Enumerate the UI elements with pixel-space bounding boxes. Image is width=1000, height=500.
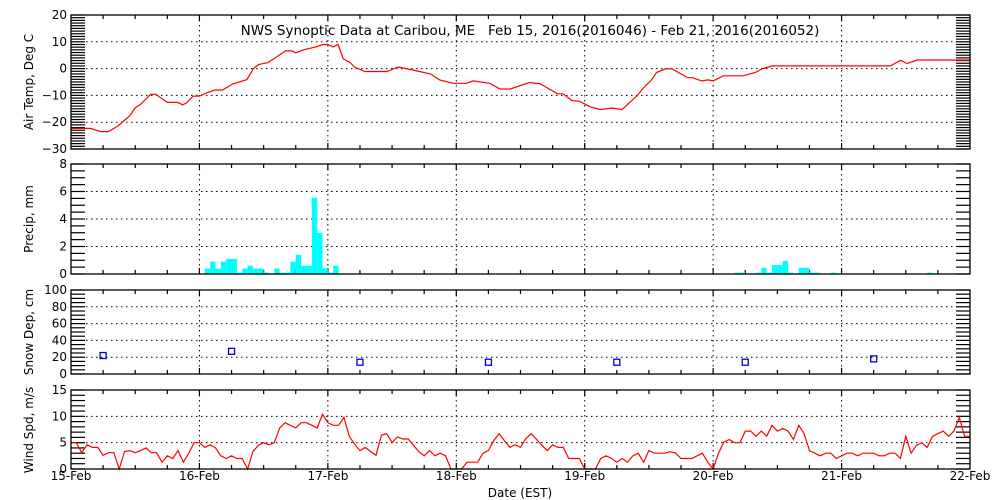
precip-bar <box>215 268 221 274</box>
y-tick-label: 20 <box>52 8 67 22</box>
panel-precip: 8 6 4 2 0 <box>59 157 971 281</box>
panel-snow-depth: 100 80 60 40 20 0 <box>44 283 971 381</box>
precip-bar <box>322 268 328 274</box>
y-tick-label: 60 <box>52 317 67 331</box>
y-tick-label: 0 <box>59 462 67 476</box>
y-tick-label: 20 <box>52 350 67 364</box>
y-tick-label: 100 <box>44 283 67 297</box>
y-tick-label: 8 <box>59 157 67 171</box>
panel-wind-speed: 15 10 5 0 <box>52 383 971 476</box>
precip-bar <box>204 268 211 274</box>
snow-depth-point <box>227 347 236 355</box>
x-tick-label: 21-Feb <box>821 469 862 483</box>
snow-depth-point <box>741 358 749 366</box>
snow-depth-point <box>613 358 621 366</box>
y-tick-label: 4 <box>59 212 67 226</box>
precip-bar <box>306 265 312 274</box>
x-tick-label: 20-Feb <box>693 469 734 483</box>
panel-frame <box>70 163 971 275</box>
air-temp-line <box>71 43 970 133</box>
precip-bar <box>247 265 253 274</box>
snow-depth-point <box>484 358 493 366</box>
snow-depth-point <box>356 358 364 366</box>
synoptic-chart: NWS Synoptic Data at Caribou, ME Feb 15,… <box>22 8 991 500</box>
precip-bar <box>258 268 264 274</box>
panel-frame <box>70 289 971 375</box>
y-tick-label: 5 <box>59 436 67 450</box>
precip-bar <box>782 260 789 274</box>
x-tick-labels: 15-Feb 16-Feb 17-Feb 18-Feb 19-Feb 20-Fe… <box>51 469 991 483</box>
precip-bar <box>772 265 778 274</box>
precip-bar <box>231 258 237 274</box>
y-tick-label: 2 <box>59 240 67 254</box>
precip-bar <box>333 265 339 274</box>
y-label-wind-speed: Wind Spd, m/s <box>22 387 36 473</box>
y-tick-label: 0 <box>59 267 67 281</box>
precip-bar <box>252 268 259 274</box>
y-tick-label: 0 <box>59 367 67 381</box>
y-label-snow-depth: Snow Dep, cm <box>22 289 36 375</box>
y-tick-label: 10 <box>52 35 67 49</box>
precip-bar <box>242 268 248 274</box>
precip-bar <box>311 197 318 274</box>
precip-bar <box>210 261 216 274</box>
precip-bar <box>317 232 323 274</box>
x-axis-label: Date (EST) <box>488 486 552 500</box>
precip-bar <box>290 261 296 274</box>
precip-bar <box>295 254 302 274</box>
y-tick-label: 40 <box>52 333 67 347</box>
precip-bar <box>301 265 307 274</box>
precip-bar <box>220 261 227 274</box>
y-tick-label: −20 <box>42 115 67 129</box>
precip-bar <box>804 267 810 274</box>
x-tick-label: 18-Feb <box>436 469 477 483</box>
y-tick-label: 80 <box>52 300 67 314</box>
x-tick-label: 22-Feb <box>950 469 991 483</box>
precip-bar <box>226 258 232 274</box>
y-tick-label: −10 <box>42 88 67 102</box>
x-tick-label: 15-Feb <box>51 469 92 483</box>
y-tick-label: 15 <box>52 383 67 397</box>
y-tick-label: −30 <box>42 142 67 156</box>
precip-bar <box>274 268 280 274</box>
x-tick-label: 17-Feb <box>307 469 348 483</box>
precip-bar <box>777 265 783 274</box>
y-tick-label: 6 <box>59 185 67 199</box>
y-label-air-temp: Air Temp, Deg C <box>22 34 36 130</box>
y-tick-label: 0 <box>59 62 67 76</box>
y-label-precip: Precip, mm <box>22 185 36 253</box>
precip-bar <box>761 267 767 274</box>
precip-bar <box>798 267 805 274</box>
y-tick-label: 10 <box>52 409 67 423</box>
x-tick-label: 16-Feb <box>179 469 220 483</box>
wind-speed-line <box>71 412 970 471</box>
x-tick-label: 19-Feb <box>564 469 605 483</box>
